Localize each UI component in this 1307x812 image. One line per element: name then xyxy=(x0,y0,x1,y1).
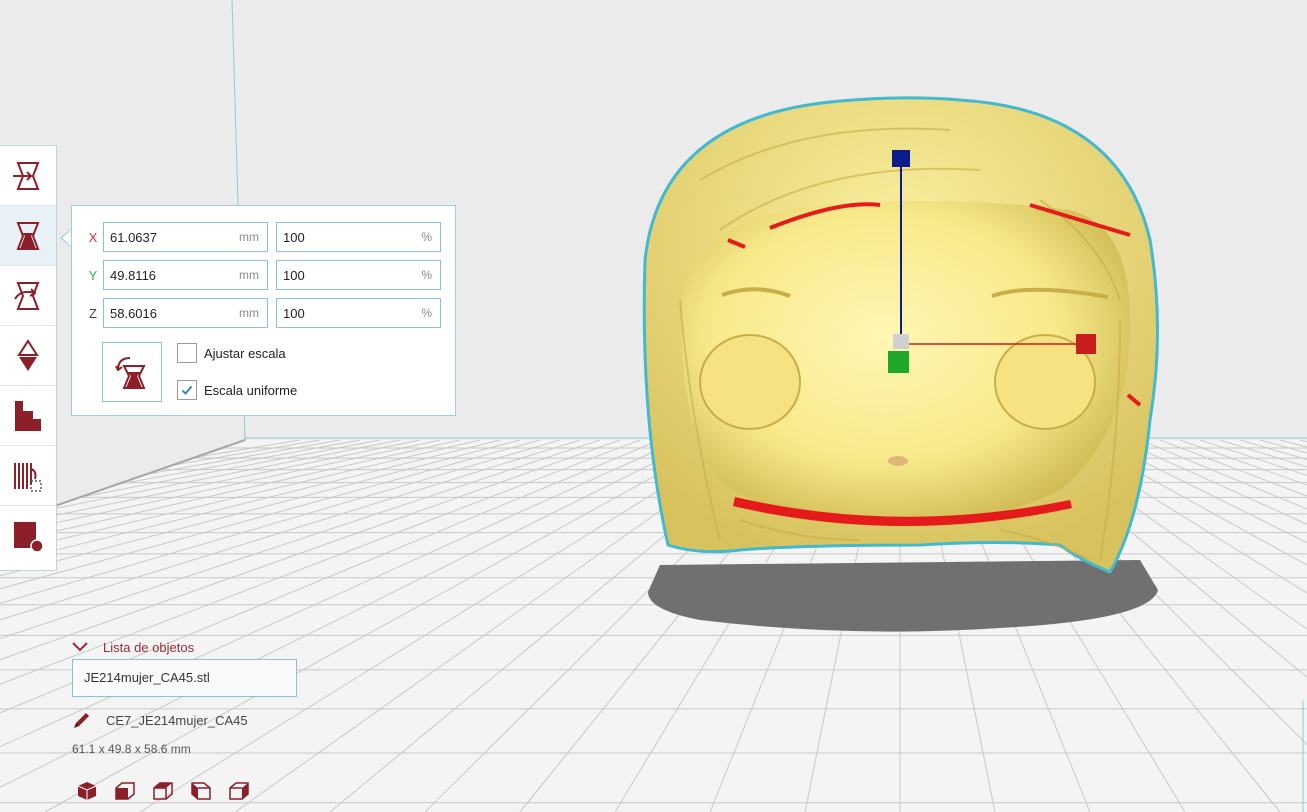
uniform-scale-label: Escala uniforme xyxy=(204,383,298,398)
scale-tool-icon xyxy=(16,221,40,250)
model-dimensions: 61.1 x 49.8 x 58.6 mm xyxy=(72,742,191,756)
x-axis-label: X xyxy=(88,230,98,245)
y-mm-input[interactable]: 49.8116 mm xyxy=(103,260,268,290)
z-mm-value: 58.6016 xyxy=(110,306,157,321)
scale-panel: X 61.0637 mm 100 % Y 49.8116 mm 100 % Z … xyxy=(71,205,456,416)
custom-tool-icon xyxy=(14,522,44,553)
y-percent-unit: % xyxy=(421,268,432,282)
fit-scale-label: Ajustar escala xyxy=(204,346,286,361)
x-mm-value: 61.0637 xyxy=(110,230,157,245)
object-list-item[interactable]: JE214mujer_CA45.stl xyxy=(72,659,297,697)
job-name: CE7_JE214mujer_CA45 xyxy=(106,712,248,728)
y-axis-label: Y xyxy=(88,268,98,283)
z-mm-input[interactable]: 58.6016 mm xyxy=(103,298,268,328)
tool-toolbar xyxy=(0,145,57,571)
gizmo-z-handle[interactable] xyxy=(892,150,910,167)
pencil-icon xyxy=(74,713,89,728)
move-tool-icon xyxy=(13,161,40,190)
object-list-title: Lista de objetos xyxy=(103,639,195,655)
rotate-tool-icon xyxy=(14,281,40,310)
z-percent-value: 100 xyxy=(283,306,305,321)
front-view-icon[interactable] xyxy=(114,780,136,802)
object-list-toggle[interactable]: Lista de objetos xyxy=(72,637,194,657)
y-mm-unit: mm xyxy=(239,268,259,282)
custom-tool-button[interactable] xyxy=(0,506,56,566)
model-mouth xyxy=(888,456,908,466)
gizmo-x-handle[interactable] xyxy=(1076,334,1096,354)
reset-scale-icon xyxy=(115,357,146,389)
gizmo-center-handle[interactable] xyxy=(893,334,909,349)
scale-tool-button[interactable] xyxy=(0,206,56,266)
z-percent-unit: % xyxy=(421,306,432,320)
support-blocker-icon xyxy=(14,462,42,492)
mirror-tool-icon xyxy=(17,338,39,371)
x-percent-value: 100 xyxy=(283,230,305,245)
job-name-row[interactable]: CE7_JE214mujer_CA45 xyxy=(72,710,248,730)
view-buttons xyxy=(76,780,250,802)
y-mm-value: 49.8116 xyxy=(110,268,157,283)
chevron-down-icon xyxy=(72,642,88,652)
gizmo-y-handle[interactable] xyxy=(888,351,909,373)
left-view-icon[interactable] xyxy=(190,780,212,802)
fit-scale-checkbox[interactable] xyxy=(177,343,197,363)
z-axis-label: Z xyxy=(89,306,97,321)
x-percent-unit: % xyxy=(421,230,432,244)
top-view-icon[interactable] xyxy=(152,780,174,802)
z-mm-unit: mm xyxy=(239,306,259,320)
z-percent-input[interactable]: 100 % xyxy=(276,298,441,328)
x-mm-input[interactable]: 61.0637 mm xyxy=(103,222,268,252)
per-model-settings-button[interactable] xyxy=(0,386,56,446)
y-percent-input[interactable]: 100 % xyxy=(276,260,441,290)
x-percent-input[interactable]: 100 % xyxy=(276,222,441,252)
mirror-tool-button[interactable] xyxy=(0,326,56,386)
model-eye-left xyxy=(699,334,801,430)
per-model-settings-icon xyxy=(15,400,41,431)
y-percent-value: 100 xyxy=(283,268,305,283)
uniform-scale-checkbox[interactable] xyxy=(177,380,197,400)
move-tool-button[interactable] xyxy=(0,146,56,206)
checkmark-icon xyxy=(181,385,193,395)
reset-scale-button[interactable] xyxy=(102,342,162,402)
3d-view-icon[interactable] xyxy=(76,780,98,802)
rotate-tool-button[interactable] xyxy=(0,266,56,326)
x-mm-unit: mm xyxy=(239,230,259,244)
support-blocker-button[interactable] xyxy=(0,446,56,506)
right-view-icon[interactable] xyxy=(228,780,250,802)
